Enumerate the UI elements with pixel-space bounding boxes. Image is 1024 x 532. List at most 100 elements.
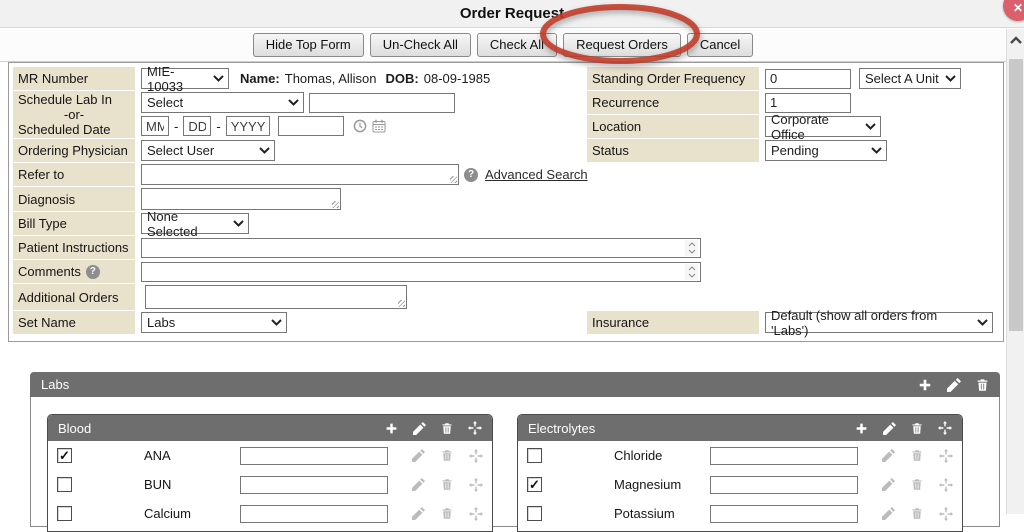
spinner-up-icon[interactable] (688, 242, 696, 247)
status-select[interactable]: Pending (765, 140, 887, 161)
move-icon[interactable] (468, 421, 482, 435)
close-icon: ✕ (1013, 1, 1023, 15)
diagnosis-textarea[interactable] (141, 188, 341, 210)
additional-orders-textarea[interactable] (145, 285, 407, 309)
labs-section-title: Labs (41, 377, 69, 392)
location-select[interactable]: Corporate Office (765, 116, 881, 137)
trash-icon (911, 478, 923, 491)
status-label: Status (587, 139, 759, 162)
order-label: BUN (144, 477, 240, 492)
check-icon: ✓ (529, 478, 540, 491)
hide-top-form-button[interactable]: Hide Top Form (253, 33, 364, 57)
recurrence-input[interactable] (765, 93, 851, 113)
title-bar: Order Request (0, 0, 1024, 28)
schedule-lab-in-value-input[interactable] (309, 93, 455, 113)
trash-icon (441, 478, 453, 491)
chevron-down-icon (259, 147, 270, 154)
move-icon (939, 449, 953, 463)
date-day-input[interactable] (183, 116, 211, 136)
add-icon[interactable] (855, 422, 868, 435)
blood-panel-title: Blood (58, 421, 91, 436)
move-icon[interactable] (938, 421, 952, 435)
comments-label-cell: Comments ? (13, 260, 135, 283)
schedule-lab-in-select[interactable]: Select (141, 92, 304, 113)
insurance-select[interactable]: Default (show all orders from 'Labs') (765, 312, 993, 333)
order-checkbox[interactable] (57, 477, 72, 492)
advanced-search-link[interactable]: Advanced Search (485, 167, 588, 182)
labs-section-body: Blood ✓ ANA BUN (30, 397, 1000, 527)
date-separator: - (216, 119, 220, 134)
order-label: ANA (144, 448, 240, 463)
order-value-input[interactable] (710, 447, 858, 465)
chevron-down-icon (288, 99, 299, 106)
comments-input[interactable] (141, 262, 701, 282)
bill-type-select[interactable]: None Selected (141, 213, 249, 234)
mr-number-label: MR Number (13, 67, 135, 90)
order-label: Magnesium (614, 477, 710, 492)
date-year-input[interactable] (226, 116, 270, 136)
standing-order-frequency-row: Standing Order Frequency Select A Unit (587, 67, 999, 90)
scrollbar-thumb[interactable] (1009, 59, 1023, 331)
cancel-button[interactable]: Cancel (687, 33, 753, 57)
trash-icon[interactable] (441, 422, 453, 435)
refer-to-label: Refer to (13, 163, 135, 186)
move-icon (469, 478, 483, 492)
diagnosis-label: Diagnosis (13, 187, 135, 211)
labs-section-header: Labs (30, 372, 1000, 397)
calendar-icon[interactable] (372, 119, 386, 133)
order-checkbox[interactable]: ✓ (527, 477, 542, 492)
add-icon[interactable] (918, 378, 932, 392)
date-month-input[interactable] (141, 116, 169, 136)
order-value-input[interactable] (240, 476, 388, 494)
uncheck-all-button[interactable]: Un-Check All (370, 33, 471, 57)
order-checkbox[interactable] (527, 448, 542, 463)
blood-panel-header: Blood (48, 415, 492, 441)
location-row: Location Corporate Office (587, 115, 999, 138)
page-title: Order Request (0, 0, 1024, 27)
ordering-physician-select[interactable]: Select User (141, 140, 275, 161)
trash-icon[interactable] (976, 378, 989, 392)
schedule-label: Schedule Lab In -or- Scheduled Date (13, 91, 135, 138)
blood-panel: Blood ✓ ANA BUN (47, 414, 493, 532)
help-icon[interactable]: ? (464, 168, 478, 182)
scrollbar-up-button[interactable] (1007, 29, 1024, 51)
trash-icon (911, 449, 923, 462)
edit-pencil-icon[interactable] (947, 378, 961, 392)
name-label: Name: (240, 71, 280, 86)
vertical-scrollbar[interactable] (1006, 29, 1024, 514)
edit-pencil-icon (412, 449, 425, 462)
patient-instructions-label: Patient Instructions (13, 236, 135, 259)
recurrence-label: Recurrence (587, 91, 759, 114)
edit-pencil-icon[interactable] (883, 422, 896, 435)
standing-order-frequency-label: Standing Order Frequency (587, 67, 759, 90)
add-icon[interactable] (385, 422, 398, 435)
date-time-input[interactable] (278, 116, 344, 136)
order-request-form: MR Number MIE-10033 Name: Thomas, Alliso… (8, 62, 1004, 342)
refer-to-textarea[interactable] (141, 164, 459, 185)
check-all-button[interactable]: Check All (477, 33, 557, 57)
status-row: Status Pending (587, 139, 999, 162)
check-icon: ✓ (59, 449, 70, 462)
spinner-down-icon[interactable] (688, 273, 696, 278)
refer-to-row: Refer to ? Advanced Search (13, 163, 999, 186)
chevron-down-icon (865, 123, 876, 130)
order-checkbox[interactable]: ✓ (57, 448, 72, 463)
unit-select[interactable]: Select A Unit (859, 68, 961, 89)
clock-icon[interactable] (353, 119, 367, 133)
request-orders-button[interactable]: Request Orders (563, 33, 681, 57)
patient-identity: Name: Thomas, Allison DOB: 08-09-1985 (240, 71, 490, 86)
order-value-input[interactable] (710, 476, 858, 494)
standing-order-frequency-input[interactable] (765, 69, 851, 89)
help-icon[interactable]: ? (86, 265, 100, 279)
spinner-down-icon[interactable] (688, 249, 696, 254)
patient-instructions-input[interactable] (141, 238, 701, 258)
spinner-up-icon[interactable] (688, 266, 696, 271)
mr-number-select[interactable]: MIE-10033 (141, 68, 229, 89)
trash-icon[interactable] (911, 422, 923, 435)
insurance-label: Insurance (587, 311, 759, 334)
edit-pencil-icon[interactable] (413, 422, 426, 435)
set-name-select[interactable]: Labs (141, 312, 287, 333)
order-value-input[interactable] (240, 447, 388, 465)
lab-order-row: Chloride (518, 441, 962, 470)
electrolytes-panel-title: Electrolytes (528, 421, 595, 436)
